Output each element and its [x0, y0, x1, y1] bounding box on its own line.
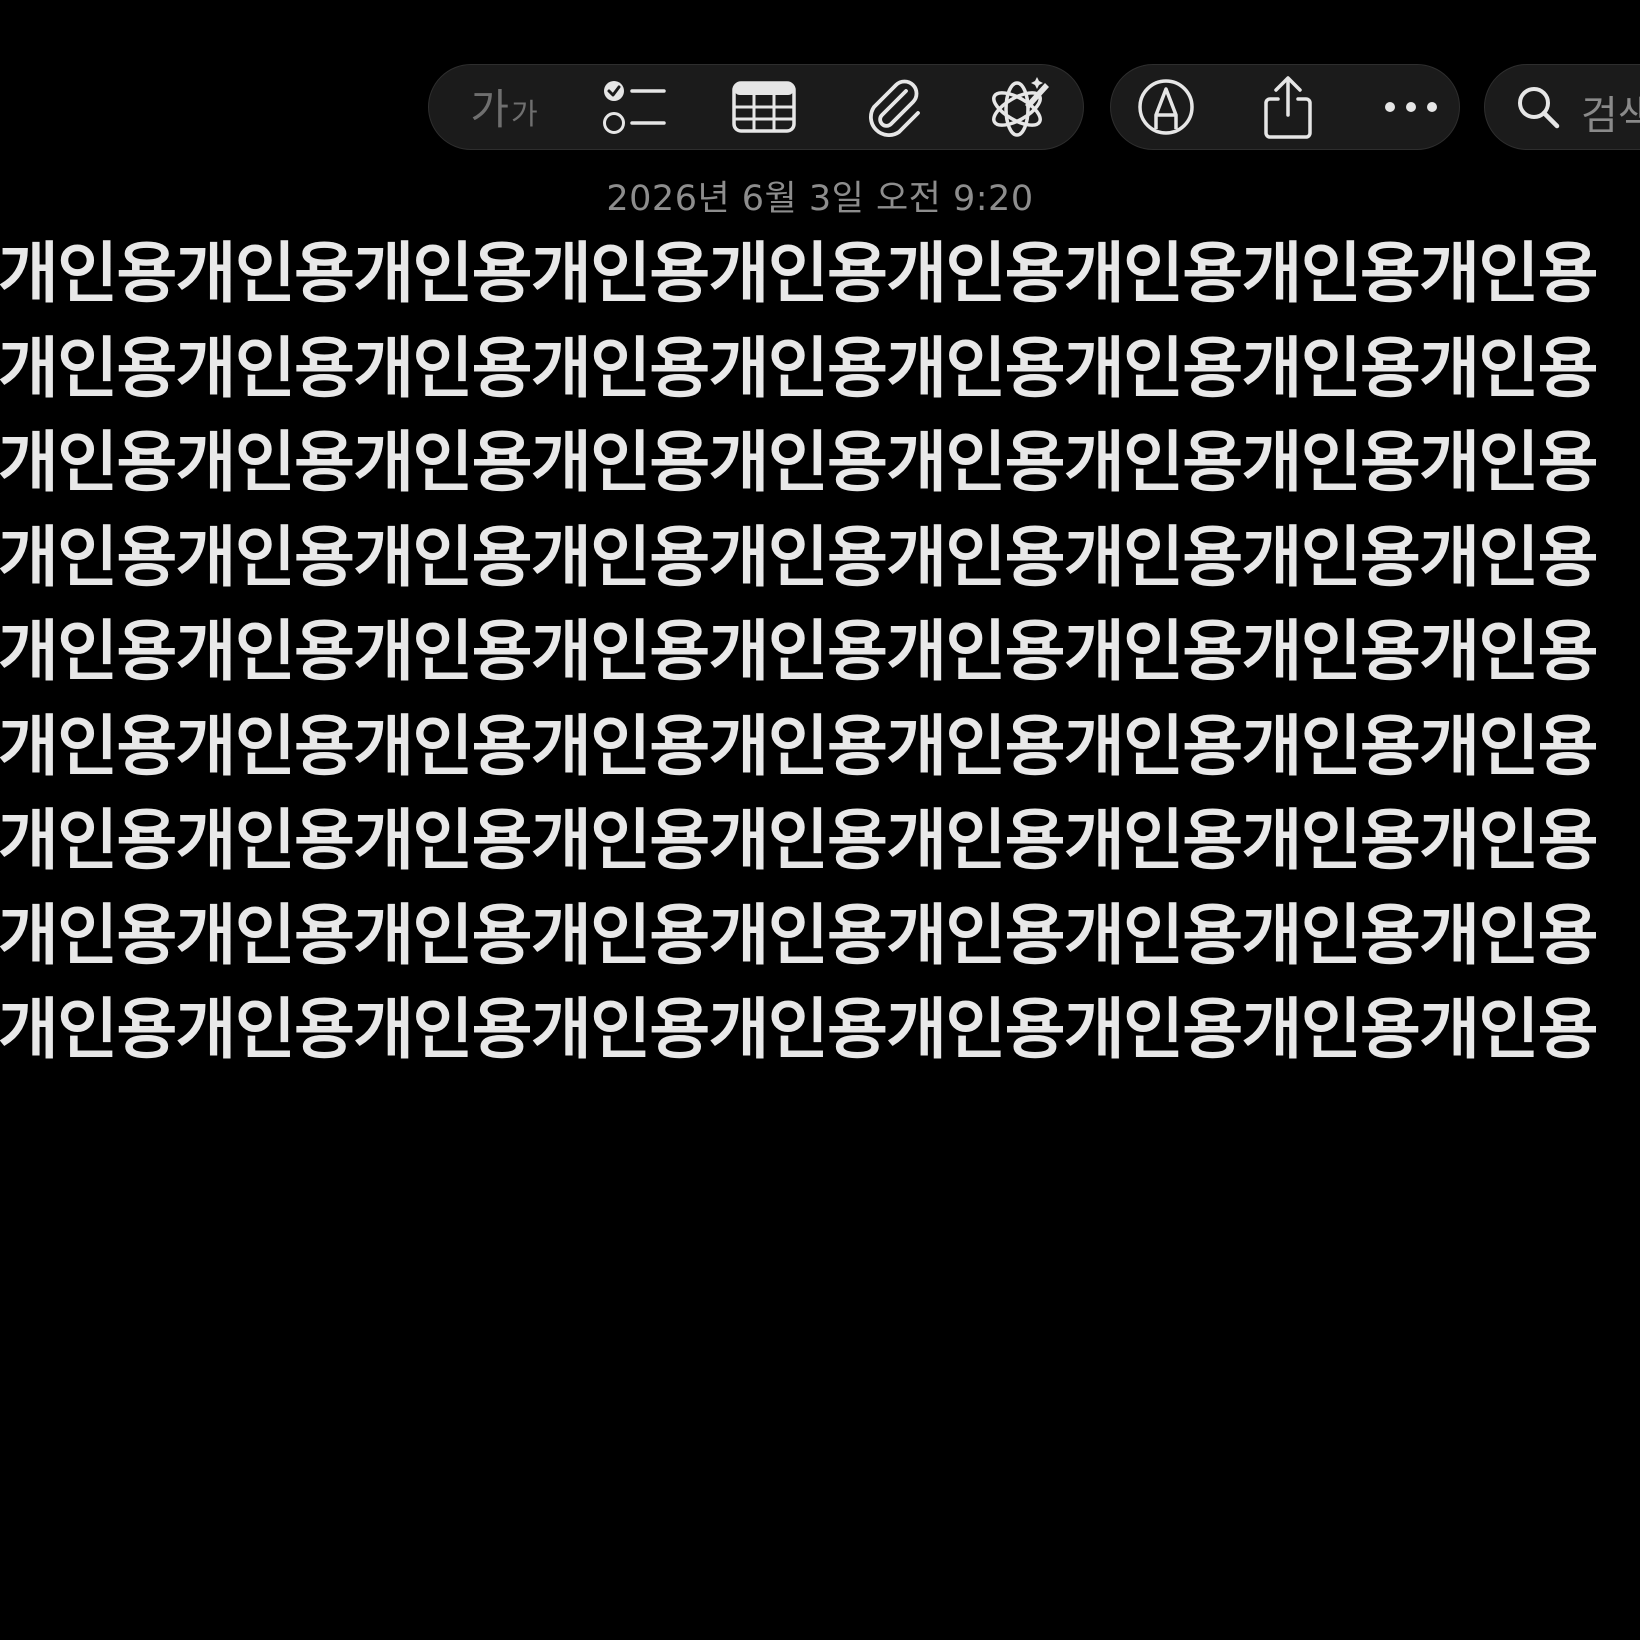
text-format-icon: 가가 — [470, 85, 538, 134]
note-line: 개인용개인용개인용개인용개인용개인용개인용개인용개인용 — [0, 518, 1598, 596]
paperclip-icon — [869, 79, 920, 137]
search-placeholder: 검색 — [1581, 93, 1640, 139]
share-button[interactable] — [1243, 65, 1333, 148]
markup-icon — [1138, 78, 1194, 135]
note-line: 개인용개인용개인용개인용개인용개인용개인용개인용개인용 — [0, 802, 1598, 879]
attachment-button[interactable] — [849, 65, 939, 148]
table-button[interactable] — [719, 65, 809, 148]
actions-toolbar — [1110, 64, 1460, 150]
note-line: 개인용개인용개인용개인용개인용개인용개인용개인용개인용 — [0, 613, 1598, 690]
more-icon — [1385, 101, 1437, 112]
note-line: 개인용개인용개인용개인용개인용개인용개인용개인용개인용 — [0, 235, 1598, 312]
format-toolbar: 가가 — [428, 64, 1084, 150]
search-field[interactable]: 검색 — [1484, 64, 1640, 150]
text-format-button[interactable]: 가가 — [449, 65, 559, 148]
checklist-icon — [603, 80, 666, 134]
checklist-button[interactable] — [589, 65, 679, 148]
note-line: 개인용개인용개인용개인용개인용개인용개인용개인용개인용 — [0, 707, 1598, 785]
note-line: 개인용개인용개인용개인용개인용개인용개인용개인용개인용 — [0, 896, 1598, 974]
note-timestamp: 2026년 6월 3일 오전 9:20 — [606, 179, 1034, 219]
note-line: 개인용개인용개인용개인용개인용개인용개인용개인용개인용 — [0, 329, 1598, 407]
markup-button[interactable] — [1121, 65, 1211, 148]
share-icon — [1264, 75, 1312, 139]
note-body[interactable]: 개인용개인용개인용개인용개인용개인용개인용개인용개인용 개인용개인용개인용개인용… — [0, 227, 1638, 1078]
more-button[interactable] — [1366, 65, 1456, 148]
search-icon-wrap — [1513, 65, 1563, 148]
writing-tools-button[interactable] — [974, 65, 1064, 148]
writing-tools-icon — [992, 76, 1049, 137]
search-icon — [1518, 86, 1560, 128]
note-line: 개인용개인용개인용개인용개인용개인용개인용개인용개인용 — [0, 424, 1598, 501]
note-line: 개인용개인용개인용개인용개인용개인용개인용개인용개인용 — [0, 991, 1598, 1068]
notes-page: 가가 검색 2026년 6월 3일 오전 9:20 개인용개인용개인용개인용개인… — [0, 0, 1640, 1640]
table-icon — [732, 80, 796, 133]
